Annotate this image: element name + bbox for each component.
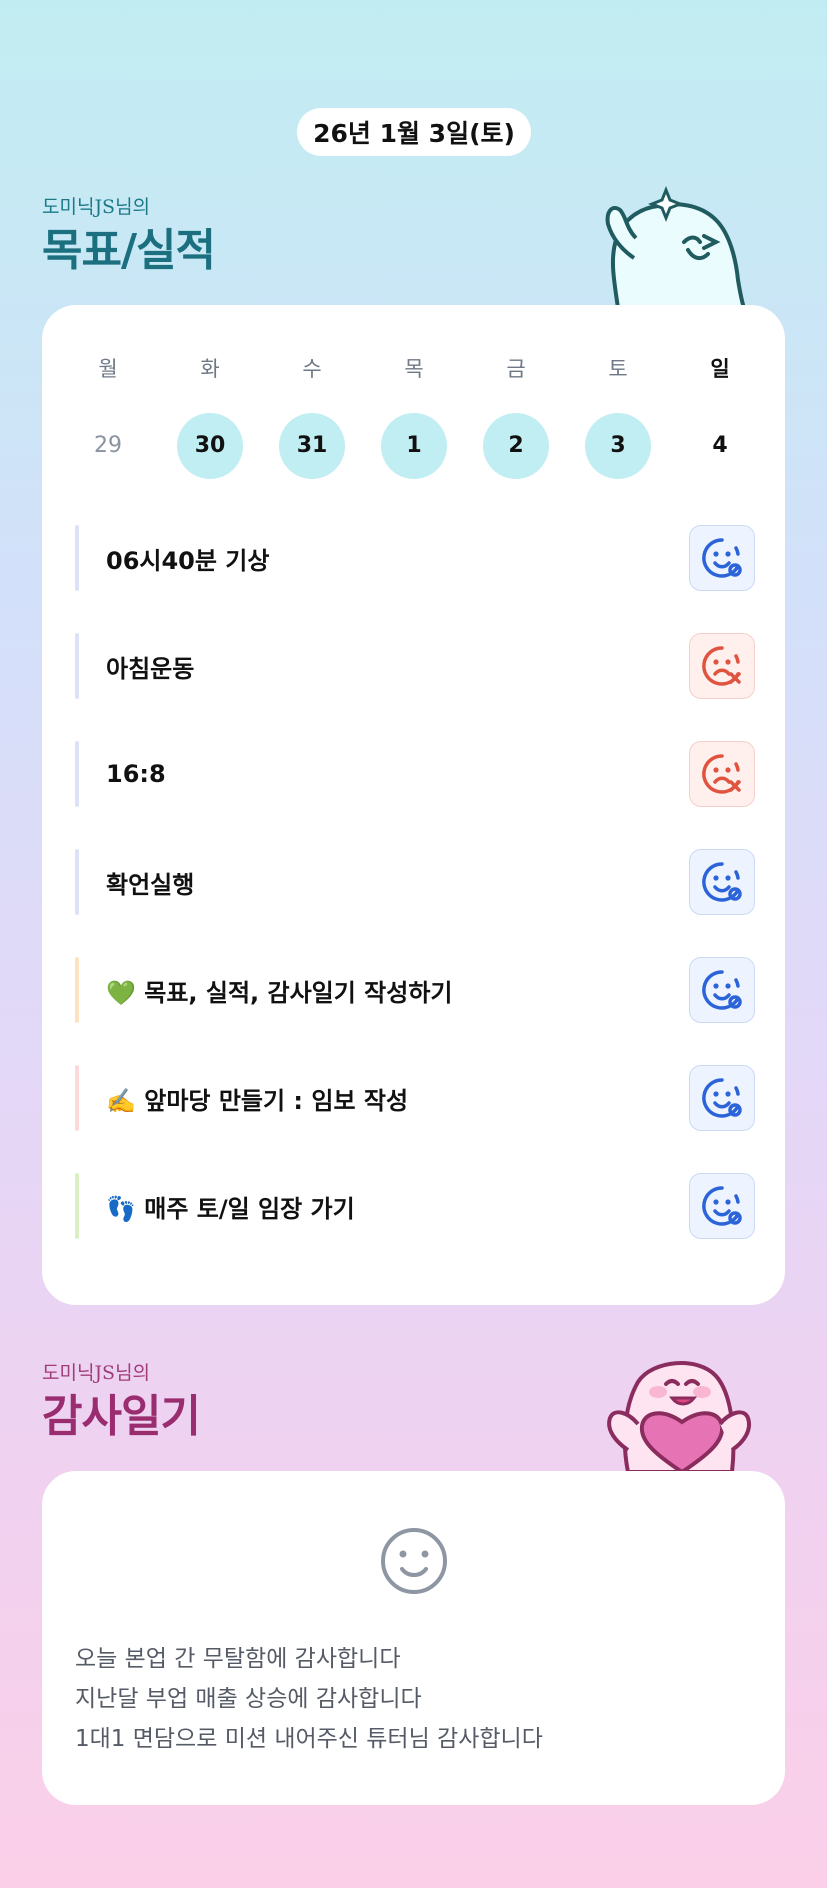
goal-row[interactable]: 아침운동 — [75, 633, 755, 699]
goal-label: 👣 매주 토/일 임장 가기 — [106, 1194, 355, 1223]
gratitude-line: 오늘 본업 간 무탈함에 감사합니다 — [75, 1646, 401, 1672]
goal-label: 06시40분 기상 — [106, 546, 270, 575]
goal-label: 💚 목표, 실적, 감사일기 작성하기 — [106, 978, 453, 1007]
date-30[interactable]: 30 — [177, 413, 243, 479]
ghost-mascot-icon — [605, 185, 747, 308]
gratitude-title: 감사일기 — [42, 1391, 201, 1442]
goal-row[interactable]: 06시40분 기상 — [75, 525, 755, 591]
goal-accent-bar — [75, 849, 79, 915]
goal-accent-bar — [75, 633, 79, 699]
goal-row[interactable]: ✍️ 앞마당 만들기 : 임보 작성 — [75, 1065, 755, 1131]
date-pill[interactable]: 26년 1월 3일(토) — [297, 108, 531, 156]
gratitude-card: 오늘 본업 간 무탈함에 감사합니다 지난달 부업 매출 상승에 감사합니다 1… — [42, 1471, 785, 1805]
weekday-wed: 수 — [302, 357, 322, 381]
date-4[interactable]: 4 — [687, 413, 753, 479]
date-label: 26년 1월 3일(토) — [313, 119, 515, 148]
smile-ok-icon[interactable] — [689, 849, 755, 915]
goal-accent-bar — [75, 525, 79, 591]
goals-card: 월 화 수 목 금 토 일 29 30 31 1 2 3 4 06시40분 기상… — [42, 305, 785, 1305]
goal-row[interactable]: 👣 매주 토/일 임장 가기 — [75, 1173, 755, 1239]
frown-x-icon[interactable] — [689, 633, 755, 699]
weekday-mon: 월 — [98, 357, 118, 381]
goal-label: 16:8 — [106, 760, 166, 788]
weekday-sat: 토 — [608, 357, 628, 381]
goal-accent-bar — [75, 741, 79, 807]
gratitude-line: 1대1 면담으로 미션 내어주신 튜터님 감사합니다 — [75, 1726, 543, 1752]
smile-ok-icon[interactable] — [689, 525, 755, 591]
gratitude-entries: 오늘 본업 간 무탈함에 감사합니다 지난달 부업 매출 상승에 감사합니다 1… — [75, 1639, 543, 1759]
goal-row[interactable]: 확언실행 — [75, 849, 755, 915]
frown-x-icon[interactable] — [689, 741, 755, 807]
date-1[interactable]: 1 — [381, 413, 447, 479]
weekday-fri: 금 — [506, 357, 526, 381]
goal-row[interactable]: 💚 목표, 실적, 감사일기 작성하기 — [75, 957, 755, 1023]
goal-label: 아침운동 — [106, 654, 195, 683]
goals-title: 목표/실적 — [42, 225, 216, 276]
smile-ok-icon[interactable] — [689, 957, 755, 1023]
goal-accent-bar — [75, 1065, 79, 1131]
goal-accent-bar — [75, 1173, 79, 1239]
date-31[interactable]: 31 — [279, 413, 345, 479]
weekday-tue: 화 — [200, 357, 220, 381]
weekday-sun: 일 — [710, 357, 730, 381]
goal-accent-bar — [75, 957, 79, 1023]
goal-label: ✍️ 앞마당 만들기 : 임보 작성 — [106, 1086, 409, 1115]
goal-label: 확언실행 — [106, 870, 195, 899]
goal-row[interactable]: 16:8 — [75, 741, 755, 807]
smile-ok-icon[interactable] — [689, 1173, 755, 1239]
heart-mascot-icon — [607, 1361, 751, 1472]
weekday-thu: 목 — [404, 357, 424, 381]
date-3[interactable]: 3 — [585, 413, 651, 479]
date-29[interactable]: 29 — [75, 413, 141, 479]
smiley-icon — [381, 1528, 447, 1594]
smile-ok-icon[interactable] — [689, 1065, 755, 1131]
gratitude-line: 지난달 부업 매출 상승에 감사합니다 — [75, 1686, 422, 1712]
date-2[interactable]: 2 — [483, 413, 549, 479]
